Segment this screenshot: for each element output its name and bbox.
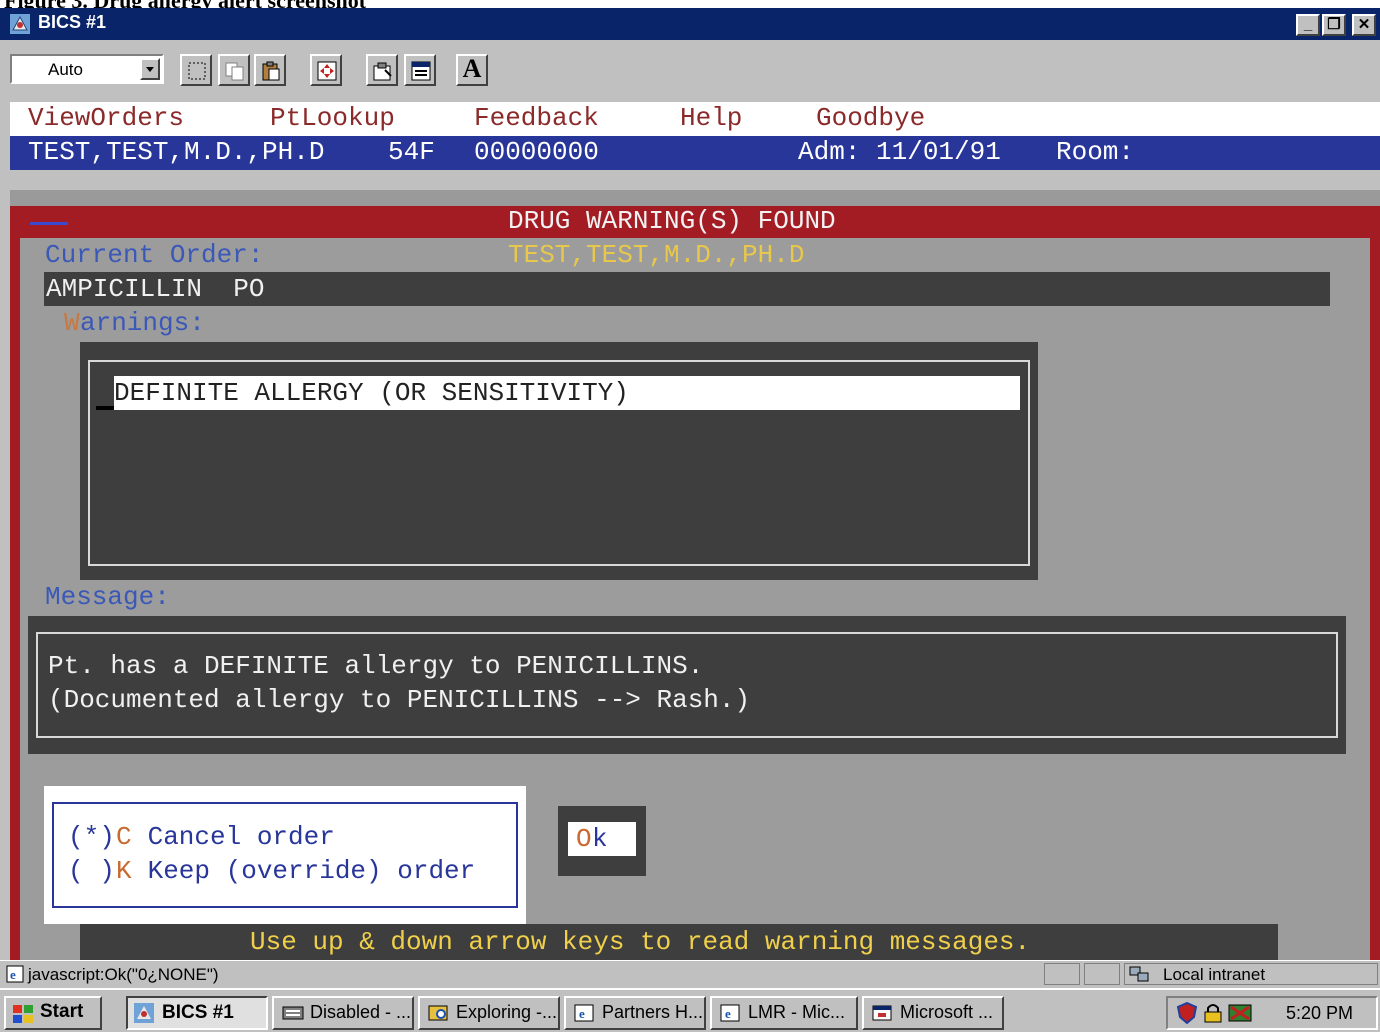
zone-text: Local intranet [1163,965,1266,984]
fullscreen-button[interactable] [310,54,342,86]
menu-view-orders[interactable]: ViewOrders [28,103,184,133]
ok-label: k [592,824,608,854]
prescriber-name: TEST,TEST,M.D.,PH.D [508,240,805,270]
cancel-order-label[interactable]: Cancel order [132,822,335,852]
paste-button[interactable] [254,54,286,86]
menu-goodbye[interactable]: Goodbye [816,103,925,133]
svg-text:e: e [579,1006,585,1021]
keyboard-icon [282,1006,304,1020]
copy-button[interactable] [218,54,250,86]
copy-icon [225,62,244,81]
toolbar: Auto A [0,40,1380,102]
separator [10,170,1380,190]
keep-order-label[interactable]: Keep (override) order [132,856,476,886]
options-radio-group [52,802,518,908]
ok-hotkey: O [576,824,592,854]
minimize-button[interactable]: _ [1296,14,1320,36]
properties-button[interactable] [366,54,398,86]
message-line-1: Pt. has a DEFINITE allergy to PENICILLIN… [48,651,704,681]
window-app-icon [872,1005,892,1021]
status-bar: e javascript:Ok("0¿NONE") Local intranet [0,960,1380,988]
fullscreen-icon [317,61,337,81]
system-tray: 5:20 PM [1166,996,1378,1030]
taskbar: Start BICS #1 Disabled - ... Exploring -… [0,988,1380,1032]
select-all-button[interactable] [180,54,212,86]
warnings-label: arnings: [80,308,205,338]
window-icon [411,61,431,81]
warnings-label-hotkey: W [64,308,80,338]
intranet-icon [1129,966,1149,982]
bics-app-icon [10,14,30,34]
hint-text: Use up & down arrow keys to read warning… [250,927,1031,957]
network-icon[interactable] [1228,1002,1252,1024]
bics-app-icon [134,1003,154,1023]
room-label: Room: [1056,137,1135,167]
status-pane [1084,963,1120,985]
svg-text:e: e [725,1006,731,1021]
admission-date: Adm: 11/01/91 [798,137,1001,167]
keep-order-radio[interactable]: ( ) [68,856,115,886]
taskbar-item-label: BICS #1 [162,1002,234,1023]
svg-text:e: e [10,967,16,982]
window-mode-button[interactable] [404,54,436,86]
ie-page-icon: e [6,965,24,983]
cancel-order-hotkey: C [116,822,132,852]
window-title: BICS #1 [38,12,107,32]
zoom-select[interactable]: Auto [10,54,164,84]
patient-age-sex: 54F [388,137,435,167]
patient-mrn: 00000000 [474,137,599,167]
font-button[interactable]: A [456,54,488,86]
cancel-order-radio[interactable]: (*) [68,822,115,852]
taskbar-item-bics[interactable]: BICS #1 [126,996,268,1030]
current-order-label: Current Order: [45,240,264,270]
menu-help[interactable]: Help [680,103,742,133]
current-order-value: AMPICILLIN PO [46,274,265,304]
windows-logo-icon [13,1005,33,1023]
menu-feedback[interactable]: Feedback [474,103,599,133]
menu-pt-lookup[interactable]: PtLookup [270,103,395,133]
title-bar[interactable]: BICS #1 _ ❐ ✕ [0,8,1380,40]
lock-icon[interactable] [1202,1002,1224,1024]
patient-banner: TEST,TEST,M.D.,PH.D 54F 00000000 Adm: 11… [10,136,1380,170]
ie-icon: e [574,1004,594,1022]
maximize-button[interactable]: ❐ [1322,14,1346,36]
bics-window: BICS #1 _ ❐ ✕ Auto A ViewOrders PtLookup… [0,8,1380,960]
terminal-screen: ViewOrders PtLookup Feedback Help Goodby… [10,102,1380,960]
close-button[interactable]: ✕ [1352,14,1376,36]
text-cursor [96,406,114,410]
properties-icon [373,62,392,81]
zone-pane: Local intranet [1124,963,1378,985]
keep-order-hotkey: K [116,856,132,886]
ie-icon: e [720,1004,740,1022]
chevron-down-icon[interactable] [140,58,160,80]
patient-name: TEST,TEST,M.D.,PH.D [28,137,325,167]
message-label: Message: [45,582,170,612]
marquee-icon [188,62,206,80]
menu-bar: ViewOrders PtLookup Feedback Help Goodby… [10,102,1380,136]
warning-item-text: DEFINITE ALLERGY (OR SENSITIVITY) [114,378,629,408]
shield-icon[interactable] [1176,1002,1198,1024]
paste-icon [262,61,280,81]
status-text: javascript:Ok("0¿NONE") [28,965,219,984]
status-pane [1044,963,1080,985]
dialog-control-dash [30,222,68,225]
dialog-title: DRUG WARNING(S) FOUND [508,206,836,236]
zoom-select-value: Auto [48,60,83,79]
explorer-icon [428,1005,448,1021]
clock: 5:20 PM [1286,1003,1354,1023]
message-line-2: (Documented allergy to PENICILLINS --> R… [48,685,751,715]
